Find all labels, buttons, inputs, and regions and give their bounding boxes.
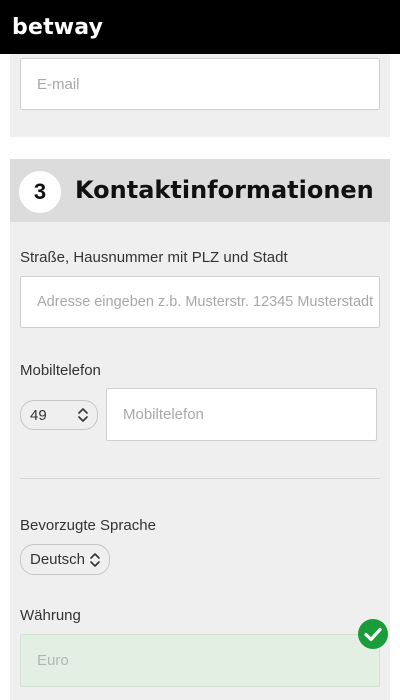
address-input[interactable]: Adresse eingeben z.b. Musterstr. 12345 M…: [20, 276, 380, 328]
brand-logo[interactable]: betway: [12, 15, 103, 40]
currency-value: Euro: [37, 652, 69, 669]
mobile-label: Mobiltelefon: [20, 362, 101, 379]
language-select[interactable]: Deutsch: [20, 544, 110, 575]
check-circle-icon: [358, 619, 388, 649]
language-value: Deutsch: [30, 551, 86, 568]
divider: [20, 478, 380, 479]
language-label: Bevorzugte Sprache: [20, 517, 156, 534]
country-code-select[interactable]: 49: [20, 400, 98, 430]
contact-info-card: 3 Kontaktinformationen Straße, Hausnumme…: [10, 159, 390, 700]
mobile-placeholder: Mobiltelefon: [123, 406, 204, 423]
address-label: Straße, Hausnummer mit PLZ und Stadt: [20, 249, 288, 266]
email-field[interactable]: E-mail: [20, 58, 380, 110]
country-code-value: 49: [30, 406, 47, 424]
address-placeholder: Adresse eingeben z.b. Musterstr. 12345 M…: [37, 294, 374, 310]
mobile-input[interactable]: Mobiltelefon: [106, 388, 377, 441]
currency-field[interactable]: Euro: [20, 634, 380, 687]
chevron-up-down-icon: [90, 552, 100, 567]
account-card: E-mail: [10, 54, 390, 137]
section-header: 3 Kontaktinformationen: [10, 159, 390, 222]
top-bar: betway: [0, 0, 400, 54]
section-title: Kontaktinformationen: [75, 176, 374, 204]
currency-label: Währung: [20, 607, 81, 624]
chevron-up-down-icon: [78, 408, 88, 422]
email-placeholder: E-mail: [37, 75, 80, 93]
step-number-badge: 3: [19, 171, 61, 213]
